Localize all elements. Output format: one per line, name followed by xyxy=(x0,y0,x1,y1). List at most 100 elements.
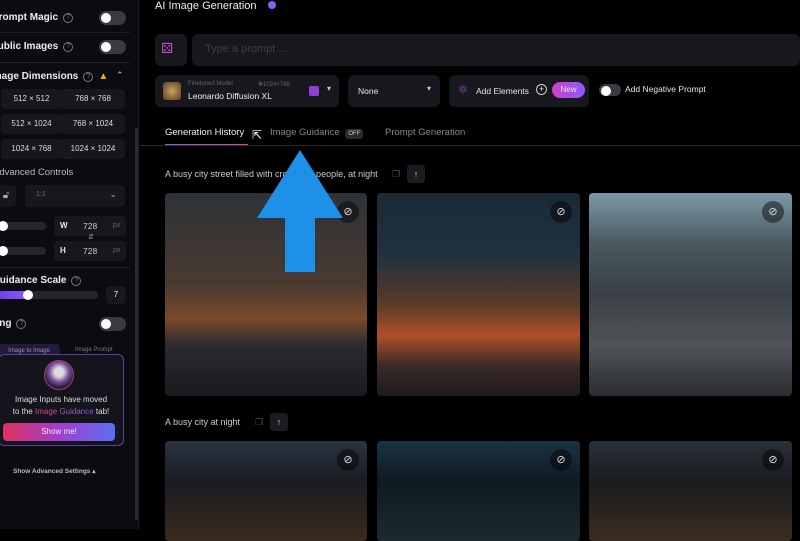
random-prompt-button[interactable]: ⚄ xyxy=(155,34,187,66)
off-badge: OFF xyxy=(345,129,364,139)
help-icon[interactable]: ? xyxy=(83,71,94,82)
reuse-prompt-button[interactable]: ↑ xyxy=(270,413,288,431)
arrow-up-annotation-icon xyxy=(257,150,343,272)
generated-image[interactable]: ⊘ xyxy=(589,441,792,541)
tab-generation-history[interactable]: Generation History xyxy=(165,127,244,138)
show-me-button[interactable]: Show me! xyxy=(3,423,115,441)
public-images-label: Public Images xyxy=(0,41,59,52)
mouse-cursor-icon: ⇱ xyxy=(252,128,263,142)
width-value: 728 xyxy=(83,221,98,231)
lock-icon: 🔓︎ xyxy=(2,190,10,201)
lock-ratio-button[interactable]: 🔓︎ xyxy=(0,185,16,207)
height-input[interactable]: H 728 px xyxy=(54,241,126,261)
divider xyxy=(0,32,130,33)
avatar xyxy=(44,360,74,390)
notice-card: Image Inputs have moved to the Image Gui… xyxy=(0,354,124,446)
notice-text-pre: to the xyxy=(12,407,33,416)
generated-image[interactable]: ⊘ xyxy=(377,441,580,541)
tab-prompt-generation[interactable]: Prompt Generation xyxy=(385,127,465,138)
eye-slash-icon[interactable]: ⊘ xyxy=(762,201,784,223)
advanced-controls-label: Advanced Controls xyxy=(0,167,74,178)
copy-icon[interactable]: ❐ xyxy=(387,165,405,183)
new-badge: New xyxy=(552,82,585,98)
generated-image[interactable]: ⊘ xyxy=(589,193,792,396)
dimension-option[interactable]: 768 × 768 xyxy=(61,89,125,109)
slider-knob[interactable] xyxy=(0,246,8,256)
notice-text: Image Inputs have moved xyxy=(14,395,108,404)
dimension-option[interactable]: 1024 × 768 xyxy=(1,139,62,159)
show-advanced-label: Show Advanced Settings xyxy=(13,468,91,475)
help-icon[interactable]: ? xyxy=(63,12,74,23)
tiling-label: Tiling xyxy=(0,318,12,329)
slider-knob[interactable] xyxy=(23,290,33,300)
tab-image-guidance[interactable]: Image Guidance OFF xyxy=(270,127,364,139)
show-advanced-settings-button[interactable]: Show Advanced Settings ▴ xyxy=(13,467,96,475)
model-tag: Finetuned Model xyxy=(188,81,233,87)
generated-image[interactable]: ⊘ xyxy=(165,441,367,541)
negative-prompt-label: Add Negative Prompt xyxy=(625,84,706,94)
guidance-scale-value[interactable]: 7 xyxy=(106,286,126,304)
style-select[interactable]: None ▾ xyxy=(348,75,440,107)
divider xyxy=(0,62,130,63)
public-images-toggle[interactable] xyxy=(99,40,126,54)
caret-down-icon: ▾ xyxy=(327,84,332,93)
prompt-placeholder: Type a prompt ... xyxy=(205,43,288,55)
dimension-option[interactable]: 768 × 1024 xyxy=(61,114,125,134)
page-title: AI Image Generation xyxy=(155,0,276,12)
notice-text-post: tab! xyxy=(95,407,110,416)
eye-slash-icon[interactable]: ⊘ xyxy=(550,201,572,223)
dimension-option[interactable]: 512 × 512 xyxy=(1,89,62,109)
tabs-divider xyxy=(139,145,800,146)
tiling-toggle[interactable] xyxy=(99,317,126,331)
width-slider[interactable] xyxy=(0,221,46,231)
prompt-magic-row: Prompt Magic? xyxy=(0,12,74,23)
help-icon[interactable]: ? xyxy=(16,318,27,329)
model-res-text: 1024×768 xyxy=(263,82,290,88)
dimension-option[interactable]: 512 × 1024 xyxy=(1,114,62,134)
sidebar-scrollbar[interactable] xyxy=(135,128,138,520)
aspect-ratio-select[interactable]: 1:1 ⌄ xyxy=(25,185,125,207)
dice-icon: ⚄ xyxy=(161,40,174,56)
swap-icon[interactable]: ⇵ xyxy=(88,233,94,241)
eye-slash-icon[interactable]: ⊘ xyxy=(762,449,784,471)
image-dimensions-label: Image Dimensions xyxy=(0,71,79,82)
unit-label: px xyxy=(113,222,121,229)
warning-icon: ▲ xyxy=(98,71,109,82)
help-icon[interactable]: ? xyxy=(63,41,74,52)
caret-down-icon: ▾ xyxy=(427,84,432,93)
prompt-magic-toggle[interactable] xyxy=(99,11,126,25)
reuse-prompt-button[interactable]: ↑ xyxy=(407,165,425,183)
negative-prompt-toggle[interactable] xyxy=(599,84,621,96)
height-label: H xyxy=(60,246,66,255)
eye-slash-icon[interactable]: ⊘ xyxy=(550,449,572,471)
chevron-up-icon[interactable]: ⌃ xyxy=(116,70,124,81)
prompt-magic-label: Prompt Magic xyxy=(0,12,59,23)
height-value: 728 xyxy=(83,246,98,256)
unit-label: px xyxy=(113,247,121,254)
slider-knob[interactable] xyxy=(0,221,8,231)
model-type-icon xyxy=(309,86,319,96)
dimension-option[interactable]: 1024 × 1024 xyxy=(61,139,125,159)
help-icon[interactable]: ? xyxy=(71,275,82,286)
chevron-down-icon: ⌄ xyxy=(109,189,117,199)
add-elements-button[interactable]: ⚛ Add Elements + New xyxy=(449,75,589,107)
tab-image-prompt[interactable]: Image Prompt xyxy=(75,347,113,353)
aspect-ratio-value: 1:1 xyxy=(36,191,46,198)
copy-icon[interactable]: ❐ xyxy=(250,413,268,431)
model-select[interactable]: Finetuned Model ✥1024×768 Leonardo Diffu… xyxy=(155,75,339,107)
guidance-scale-label: Guidance Scale xyxy=(0,275,67,286)
generated-image[interactable]: ⊘ xyxy=(377,193,580,396)
add-elements-label: Add Elements xyxy=(476,86,529,96)
notice-text-line2: to the Image Guidance tab! xyxy=(0,407,123,416)
model-name: Leonardo Diffusion XL xyxy=(188,91,272,101)
tab-label: Image Guidance xyxy=(270,127,340,138)
guidance-scale-slider[interactable] xyxy=(0,290,98,300)
model-thumbnail xyxy=(163,82,181,100)
height-slider[interactable] xyxy=(0,246,46,256)
eye-slash-icon[interactable]: ⊘ xyxy=(337,449,359,471)
image-guidance-link[interactable]: Image Guidance xyxy=(35,407,94,416)
width-label: W xyxy=(60,221,68,230)
generation-prompt: A busy city at night xyxy=(165,417,241,427)
prompt-input[interactable]: Type a prompt ... xyxy=(192,34,800,66)
divider xyxy=(0,267,130,268)
